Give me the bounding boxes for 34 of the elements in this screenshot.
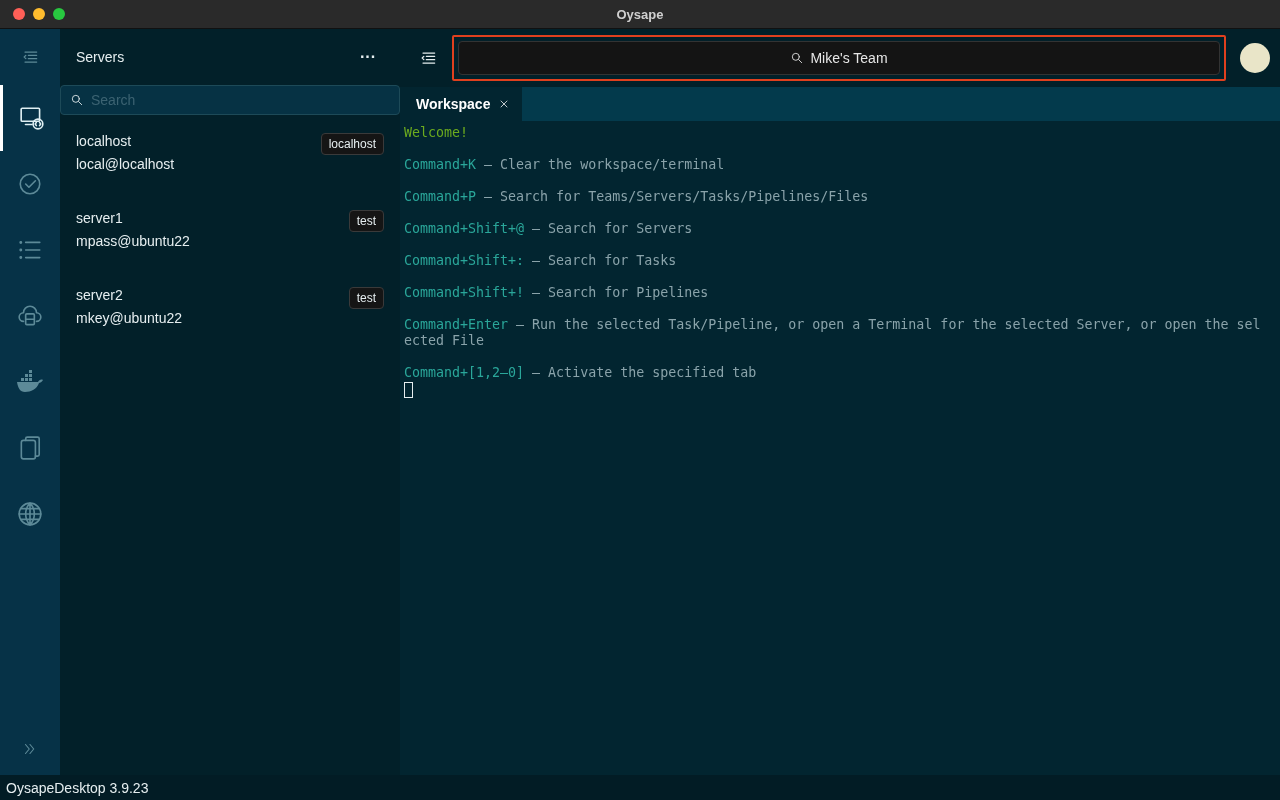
terminal-line: ected File	[404, 333, 485, 349]
avatar[interactable]	[1240, 43, 1270, 73]
terminal-line: Command+Shift+@ – Search for Servers	[404, 221, 693, 237]
terminal-line: Command+Shift+! – Search for Pipelines	[404, 285, 709, 301]
version-label: OysapeDesktop 3.9.23	[6, 779, 149, 796]
server-name[interactable]: server2	[76, 287, 183, 303]
terminal-line: Command+[1,2–0] – Activate the specified tab	[404, 365, 757, 381]
monitor-icon	[18, 105, 45, 131]
server-tag: localhost	[320, 133, 384, 155]
window-title: Oysape	[616, 6, 664, 22]
zoom-button[interactable]	[53, 8, 65, 20]
server-tag: test	[348, 210, 384, 232]
search-icon	[790, 51, 805, 65]
panel-title: Servers	[76, 49, 125, 65]
server-user: mkey@ubuntu22	[76, 310, 183, 326]
minimize-button[interactable]	[33, 8, 45, 20]
terminal-line: Command+Shift+: – Search for Tasks	[404, 253, 677, 269]
server-user: mpass@ubuntu22	[76, 233, 190, 249]
terminal-line: Command+K – Clear the workspace/terminal	[404, 157, 725, 173]
workspace-tab[interactable]: Workspace	[400, 87, 523, 121]
search-icon	[70, 93, 84, 107]
server-name[interactable]: server1	[76, 210, 190, 226]
check-circle-icon	[17, 171, 43, 197]
more-button[interactable]: ···	[360, 48, 376, 66]
server-name[interactable]: localhost	[76, 133, 175, 149]
close-button[interactable]	[13, 8, 25, 20]
welcome-text: Welcome!	[404, 125, 469, 141]
server-tag: test	[348, 287, 384, 309]
server-user: local@localhost	[76, 156, 175, 172]
terminal-line: Command+P – Search for Teams/Servers/Tasks/Pipelines/Files	[404, 189, 869, 205]
terminal-line: Command+Enter – Run the selected Task/Pipeline, or open a Terminal for the selected Server, or open the sel	[404, 317, 1261, 333]
globe-icon	[17, 501, 43, 527]
whale-icon	[16, 370, 44, 394]
team-search-field[interactable]: Mike's Team	[458, 41, 1220, 75]
